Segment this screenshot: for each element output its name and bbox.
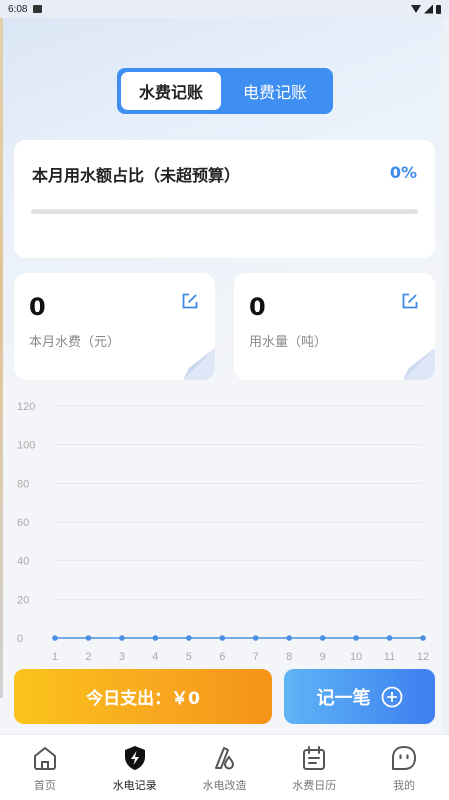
tab-water-billing[interactable]: 水费记账 bbox=[121, 72, 221, 110]
data-point bbox=[386, 635, 393, 641]
edit-icon[interactable] bbox=[401, 292, 419, 310]
data-point bbox=[119, 635, 125, 641]
tab-records[interactable]: 水电记录 bbox=[90, 735, 180, 800]
x-tick-label: 1 bbox=[52, 651, 58, 663]
add-record-button[interactable]: 记一笔 bbox=[284, 669, 435, 724]
signal-icon bbox=[424, 4, 433, 14]
data-point bbox=[85, 635, 92, 641]
data-point bbox=[252, 635, 259, 641]
calendar-icon bbox=[303, 746, 326, 770]
budget-percent: 0% bbox=[389, 163, 417, 182]
budget-progress-bar bbox=[31, 209, 418, 214]
x-tick-label: 3 bbox=[119, 651, 125, 663]
page-fold-icon bbox=[403, 348, 435, 380]
data-point bbox=[420, 635, 426, 641]
data-point bbox=[353, 635, 359, 641]
data-point bbox=[186, 635, 192, 641]
water-usage-value: 0 bbox=[249, 293, 266, 321]
wifi-icon bbox=[411, 5, 421, 13]
monthly-usage-chart: 0204060801001201 2 3 4 5 6 7 8 9 10 11 12 bbox=[17, 401, 429, 663]
x-tick-label: 6 bbox=[219, 651, 225, 663]
tab-label-renovation: 水电改造 bbox=[202, 779, 247, 792]
data-point bbox=[152, 635, 159, 641]
x-tick-label: 2 bbox=[85, 651, 91, 663]
water-usage-card: 0 用水量（吨） bbox=[234, 273, 435, 380]
water-usage-label: 用水量（吨） bbox=[249, 335, 328, 350]
y-tick-label: 20 bbox=[17, 594, 29, 606]
x-tick-label: 8 bbox=[286, 651, 292, 663]
edit-icon[interactable] bbox=[181, 292, 199, 310]
budget-title: 本月用水额占比（未超预算） bbox=[32, 166, 241, 185]
tab-label-home: 首页 bbox=[33, 779, 56, 792]
y-tick-label: 0 bbox=[17, 633, 23, 645]
tab-electricity-billing[interactable]: 电费记账 bbox=[221, 72, 329, 110]
x-tick-label: 9 bbox=[320, 651, 326, 663]
data-point bbox=[319, 635, 326, 641]
data-point bbox=[219, 635, 226, 641]
y-tick-label: 60 bbox=[17, 517, 29, 529]
tab-label-profile: 我的 bbox=[393, 779, 416, 792]
status-bar: 6:08 bbox=[0, 0, 449, 18]
add-record-label: 记一笔 bbox=[316, 687, 371, 709]
x-tick-label: 4 bbox=[152, 651, 158, 663]
today-expense-button[interactable]: 今日支出：￥0 bbox=[14, 669, 272, 724]
lightning-shield-icon bbox=[124, 746, 145, 770]
x-tick-label: 11 bbox=[384, 651, 395, 663]
status-time: 6:08 bbox=[8, 3, 28, 15]
tab-home[interactable]: 首页 bbox=[0, 735, 90, 800]
x-tick-label: 10 bbox=[350, 651, 362, 663]
tab-profile[interactable]: 我的 bbox=[359, 735, 449, 800]
x-tick-label: 7 bbox=[253, 651, 259, 663]
bottom-tab-bar: 首页 水电记录 水电改造 水费日历 我的 bbox=[0, 734, 449, 800]
tab-renovation[interactable]: 水电改造 bbox=[180, 735, 270, 800]
tab-label-records: 水电记录 bbox=[112, 779, 157, 792]
y-tick-label: 80 bbox=[17, 478, 29, 490]
tab-calendar[interactable]: 水费日历 bbox=[269, 735, 359, 800]
x-tick-label: 12 bbox=[417, 651, 429, 663]
tab-label-calendar: 水费日历 bbox=[292, 779, 337, 792]
billing-type-toggle: 水费记账 电费记账 bbox=[117, 68, 333, 114]
monthly-fee-label: 本月水费（元） bbox=[29, 335, 121, 350]
monthly-fee-value: 0 bbox=[29, 293, 46, 321]
pencil-drop-icon bbox=[215, 747, 235, 770]
notification-icon bbox=[33, 5, 43, 13]
today-expense-label: 今日支出：￥0 bbox=[86, 689, 200, 709]
plus-circle-icon bbox=[381, 686, 402, 707]
y-tick-label: 100 bbox=[17, 440, 35, 452]
y-tick-label: 120 bbox=[17, 401, 35, 413]
y-tick-label: 40 bbox=[17, 556, 29, 568]
data-point bbox=[52, 635, 58, 641]
profile-icon bbox=[392, 746, 417, 770]
x-tick-label: 5 bbox=[186, 651, 192, 663]
home-icon bbox=[33, 747, 56, 770]
monthly-fee-card: 0 本月水费（元） bbox=[14, 273, 215, 380]
data-point bbox=[286, 635, 292, 641]
budget-card: 本月用水额占比（未超预算） 0% bbox=[14, 140, 435, 258]
page-fold-icon bbox=[183, 348, 215, 380]
battery-icon bbox=[436, 4, 441, 14]
